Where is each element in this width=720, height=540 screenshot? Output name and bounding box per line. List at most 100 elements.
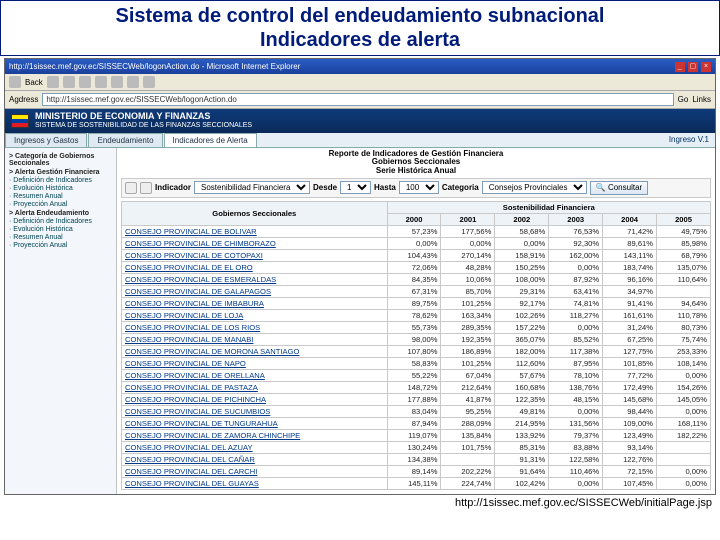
sidebar-item-definicion1[interactable]: · Definición de Indicadores bbox=[9, 177, 112, 184]
value-cell: 158,91% bbox=[495, 249, 549, 261]
gov-link[interactable]: CONSEJO PROVINCIAL DE BOLIVAR bbox=[122, 225, 388, 237]
value-cell: 289,35% bbox=[441, 321, 495, 333]
gov-link[interactable]: CONSEJO PROVINCIAL DE ESMERALDAS bbox=[122, 273, 388, 285]
value-cell: 177,88% bbox=[387, 393, 441, 405]
gov-link[interactable]: CONSEJO PROVINCIAL DE IMBABURA bbox=[122, 297, 388, 309]
gov-link[interactable]: CONSEJO PROVINCIAL DE ORELLANA bbox=[122, 369, 388, 381]
gov-link[interactable]: CONSEJO PROVINCIAL DEL CAÑAR bbox=[122, 453, 388, 465]
table-row: CONSEJO PROVINCIAL DE GALAPAGOS67,31%85,… bbox=[122, 285, 711, 297]
table-row: CONSEJO PROVINCIAL DE MORONA SANTIAGO107… bbox=[122, 345, 711, 357]
consultar-button[interactable]: 🔍 Consultar bbox=[590, 181, 648, 195]
sidebar-item-resumen2[interactable]: · Resumen Anual bbox=[9, 234, 112, 241]
desde-select[interactable]: 1 bbox=[340, 181, 371, 194]
sidebar-item-evolucion2[interactable]: · Evolución Histórica bbox=[9, 226, 112, 233]
sidebar-item-definicion2[interactable]: · Definición de Indicadores bbox=[9, 218, 112, 225]
value-cell: 55,22% bbox=[387, 369, 441, 381]
gov-link[interactable]: CONSEJO PROVINCIAL DEL GUAYAS bbox=[122, 477, 388, 489]
value-cell: 84,35% bbox=[387, 273, 441, 285]
gov-link[interactable]: CONSEJO PROVINCIAL DE PASTAZA bbox=[122, 381, 388, 393]
stop-icon[interactable] bbox=[63, 76, 75, 88]
value-cell: 83,88% bbox=[549, 441, 603, 453]
value-cell: 71,42% bbox=[603, 225, 657, 237]
value-cell: 270,14% bbox=[441, 249, 495, 261]
value-cell: 145,05% bbox=[657, 393, 711, 405]
hasta-label: Hasta bbox=[374, 183, 396, 192]
sidebar-header-categoria[interactable]: > Categoría de Gobiernos Seccionales bbox=[9, 153, 112, 167]
gov-link[interactable]: CONSEJO PROVINCIAL DE PICHINCHA bbox=[122, 393, 388, 405]
tab-ingresos[interactable]: Ingresos y Gastos bbox=[5, 133, 87, 147]
forward-icon[interactable] bbox=[47, 76, 59, 88]
gov-link[interactable]: CONSEJO PROVINCIAL DE LOJA bbox=[122, 309, 388, 321]
sidebar-header-endeudamiento[interactable]: > Alerta Endeudamiento bbox=[9, 210, 112, 217]
main-panel: Reporte de Indicadores de Gestión Financ… bbox=[117, 148, 715, 494]
gov-link[interactable]: CONSEJO PROVINCIAL DE GALAPAGOS bbox=[122, 285, 388, 297]
hasta-select[interactable]: 100 bbox=[399, 181, 439, 194]
table-row: CONSEJO PROVINCIAL DEL CARCHI89,14%202,2… bbox=[122, 465, 711, 477]
sidebar-item-evolucion1[interactable]: · Evolución Histórica bbox=[9, 185, 112, 192]
col-year: 2004 bbox=[603, 213, 657, 225]
value-cell bbox=[657, 285, 711, 297]
close-icon[interactable]: × bbox=[701, 62, 711, 72]
gov-link[interactable]: CONSEJO PROVINCIAL DE TUNGURAHUA bbox=[122, 417, 388, 429]
sidebar-item-resumen1[interactable]: · Resumen Anual bbox=[9, 193, 112, 200]
tab-endeudamiento[interactable]: Endeudamiento bbox=[88, 133, 162, 147]
minimize-icon[interactable]: _ bbox=[675, 62, 685, 72]
value-cell: 89,61% bbox=[603, 237, 657, 249]
value-cell: 122,35% bbox=[495, 393, 549, 405]
value-cell: 148,72% bbox=[387, 381, 441, 393]
login-link[interactable]: Ingreso V.1 bbox=[663, 133, 715, 147]
value-cell: 107,80% bbox=[387, 345, 441, 357]
value-cell: 110,78% bbox=[657, 309, 711, 321]
favorites-icon[interactable] bbox=[127, 76, 139, 88]
back-label[interactable]: Back bbox=[25, 78, 43, 87]
gov-link[interactable]: CONSEJO PROVINCIAL DE COTOPAXI bbox=[122, 249, 388, 261]
table-row: CONSEJO PROVINCIAL DE TUNGURAHUA87,94%28… bbox=[122, 417, 711, 429]
table-row: CONSEJO PROVINCIAL DE PICHINCHA177,88%41… bbox=[122, 393, 711, 405]
gov-link[interactable]: CONSEJO PROVINCIAL DE ZAMORA CHINCHIPE bbox=[122, 429, 388, 441]
value-cell: 133,92% bbox=[495, 429, 549, 441]
refresh-icon[interactable] bbox=[79, 76, 91, 88]
gov-link[interactable]: CONSEJO PROVINCIAL DE CHIMBORAZO bbox=[122, 237, 388, 249]
slide-title: Sistema de control del endeudamiento sub… bbox=[0, 0, 720, 56]
gov-link[interactable]: CONSEJO PROVINCIAL DE EL ORO bbox=[122, 261, 388, 273]
value-cell: 10,06% bbox=[441, 273, 495, 285]
sidebar-header-gestion[interactable]: > Alerta Gestión Financiera bbox=[9, 169, 112, 176]
search-icon[interactable] bbox=[111, 76, 123, 88]
tab-indicadores[interactable]: Indicadores de Alerta bbox=[164, 133, 257, 147]
table-row: CONSEJO PROVINCIAL DE LOS RIOS55,73%289,… bbox=[122, 321, 711, 333]
gov-link[interactable]: CONSEJO PROVINCIAL DE NAPO bbox=[122, 357, 388, 369]
value-cell: 101,25% bbox=[441, 357, 495, 369]
value-cell: 127,75% bbox=[603, 345, 657, 357]
value-cell: 72,15% bbox=[603, 465, 657, 477]
slide-title-line2: Indicadores de alerta bbox=[260, 29, 460, 51]
value-cell: 0,00% bbox=[549, 321, 603, 333]
maximize-icon[interactable]: ▢ bbox=[688, 62, 698, 72]
sidebar-item-proyeccion1[interactable]: · Proyección Anual bbox=[9, 201, 112, 208]
address-input[interactable] bbox=[42, 93, 673, 106]
value-cell: 72,06% bbox=[387, 261, 441, 273]
print-icon[interactable] bbox=[140, 182, 152, 194]
go-button[interactable]: Go bbox=[678, 95, 689, 104]
value-cell: 131,56% bbox=[549, 417, 603, 429]
value-cell: 78,62% bbox=[387, 309, 441, 321]
address-label: Agdress bbox=[9, 95, 38, 104]
value-cell: 135,84% bbox=[441, 429, 495, 441]
value-cell: 57,23% bbox=[387, 225, 441, 237]
gov-link[interactable]: CONSEJO PROVINCIAL DEL CARCHI bbox=[122, 465, 388, 477]
value-cell: 87,95% bbox=[549, 357, 603, 369]
gov-link[interactable]: CONSEJO PROVINCIAL DE LOS RIOS bbox=[122, 321, 388, 333]
excel-icon[interactable] bbox=[125, 182, 137, 194]
gov-link[interactable]: CONSEJO PROVINCIAL DEL AZUAY bbox=[122, 441, 388, 453]
value-cell: 58,68% bbox=[495, 225, 549, 237]
value-cell: 91,31% bbox=[495, 453, 549, 465]
categoria-select[interactable]: Consejos Provinciales bbox=[482, 181, 587, 194]
indicator-select[interactable]: Sostenibilidad Financiera bbox=[194, 181, 310, 194]
back-icon[interactable] bbox=[9, 76, 21, 88]
value-cell: 0,00% bbox=[549, 261, 603, 273]
gov-link[interactable]: CONSEJO PROVINCIAL DE SUCUMBIOS bbox=[122, 405, 388, 417]
gov-link[interactable]: CONSEJO PROVINCIAL DE MANABI bbox=[122, 333, 388, 345]
history-icon[interactable] bbox=[143, 76, 155, 88]
home-icon[interactable] bbox=[95, 76, 107, 88]
sidebar-item-proyeccion2[interactable]: · Proyección Anual bbox=[9, 242, 112, 249]
gov-link[interactable]: CONSEJO PROVINCIAL DE MORONA SANTIAGO bbox=[122, 345, 388, 357]
